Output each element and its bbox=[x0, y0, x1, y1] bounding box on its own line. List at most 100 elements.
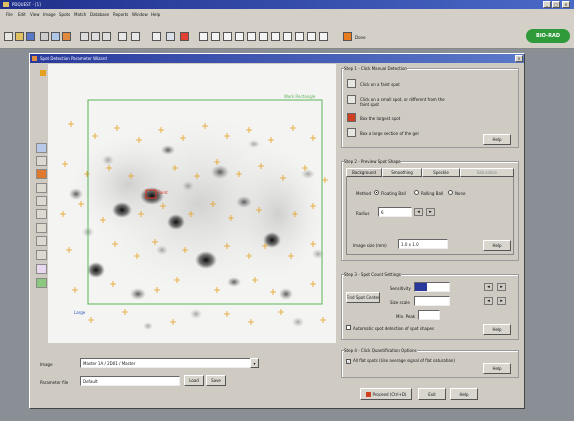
menu-match[interactable]: Match bbox=[74, 12, 86, 17]
radius-increase-button[interactable]: ▸ bbox=[426, 208, 435, 216]
sensitivity-decrease-button[interactable]: ◂ bbox=[484, 283, 493, 291]
wizard-title: Spot Detection Parameter Wizard bbox=[40, 56, 107, 61]
large-spot-icon[interactable] bbox=[347, 113, 356, 122]
method-label: Method bbox=[356, 191, 372, 196]
tool-box-icon[interactable] bbox=[36, 236, 47, 246]
minimize-button[interactable]: _ bbox=[543, 1, 551, 8]
menu-spots[interactable]: Spots bbox=[59, 12, 70, 17]
tab-saturation[interactable]: Saturation bbox=[460, 168, 514, 177]
toolbar-lane-3-icon[interactable] bbox=[223, 32, 232, 41]
proceed-button[interactable]: Proceed (Ctrl+D) bbox=[360, 388, 412, 400]
menu-reports[interactable]: Reports bbox=[113, 12, 128, 17]
step2-help-button[interactable]: Help bbox=[483, 240, 511, 251]
toolbar: Done BIO-RAD bbox=[0, 19, 574, 49]
image-size-label: Image size (mm) bbox=[353, 243, 387, 248]
toolbar-print-icon[interactable] bbox=[40, 32, 49, 41]
step3-checkbox[interactable] bbox=[346, 325, 351, 330]
toolbar-done-icon[interactable] bbox=[343, 32, 352, 41]
method-floating-radio[interactable] bbox=[374, 190, 379, 195]
tool-crop-icon[interactable] bbox=[36, 223, 47, 233]
tool-green-icon[interactable] bbox=[36, 278, 47, 288]
footer-help-button[interactable]: Help bbox=[450, 388, 478, 400]
step4-checkbox[interactable]: ✓ bbox=[346, 359, 351, 364]
sensitivity-increase-button[interactable]: ▸ bbox=[497, 283, 506, 291]
image-select-dropdown[interactable]: ▾ bbox=[250, 358, 259, 368]
tool-color-icon[interactable] bbox=[36, 264, 47, 274]
toolbar-lane-4-icon[interactable] bbox=[235, 32, 244, 41]
app-titlebar: PDQUEST - [1] _ □ × bbox=[0, 0, 574, 9]
toolbar-new-icon[interactable] bbox=[4, 32, 13, 41]
toolbar-lane-2-icon[interactable] bbox=[211, 32, 220, 41]
menu-image[interactable]: Image bbox=[43, 12, 56, 17]
save-button[interactable]: Save bbox=[206, 375, 226, 386]
step4-help-button[interactable]: Help bbox=[483, 363, 511, 374]
tool-zoom-icon[interactable] bbox=[36, 156, 47, 166]
toolbar-spot-icon[interactable] bbox=[62, 32, 71, 41]
toolbar-zoom-icon[interactable] bbox=[51, 32, 60, 41]
menu-bar: File Edit View Image Spots Match Databas… bbox=[0, 9, 574, 19]
exit-button[interactable]: Exit bbox=[418, 388, 446, 400]
toolbar-delete-icon[interactable] bbox=[180, 32, 189, 41]
image-select[interactable]: Master 1A / 2D01 / Master bbox=[80, 358, 252, 368]
tab-speckle[interactable]: Speckle bbox=[422, 168, 460, 177]
tab-smoothing[interactable]: Smoothing bbox=[382, 168, 422, 177]
method-none-radio[interactable] bbox=[448, 190, 453, 195]
step1-help-button[interactable]: Help bbox=[483, 134, 511, 145]
radius-input[interactable]: 6 bbox=[378, 207, 412, 217]
menu-database[interactable]: Database bbox=[90, 12, 109, 17]
toolbar-report-icon[interactable] bbox=[166, 32, 175, 41]
menu-file[interactable]: File bbox=[6, 12, 13, 17]
tool-select-icon[interactable] bbox=[36, 143, 47, 153]
size-scale-input[interactable] bbox=[414, 296, 450, 306]
toolbar-lane-6-icon[interactable] bbox=[259, 32, 268, 41]
tab-background[interactable]: Background bbox=[346, 168, 382, 177]
step1-region-label: Box a large section of the gel bbox=[360, 131, 419, 136]
region-icon[interactable] bbox=[347, 128, 356, 137]
close-button[interactable]: × bbox=[562, 1, 570, 8]
wizard-close-button[interactable]: × bbox=[515, 55, 523, 62]
large-spot-label: Large bbox=[74, 310, 86, 315]
find-spot-center-button[interactable]: Find Spot Center bbox=[346, 292, 380, 303]
toolbar-done-label[interactable]: Done bbox=[355, 35, 366, 40]
toolbar-lane-10-icon[interactable] bbox=[307, 32, 316, 41]
tool-pencil-icon[interactable] bbox=[36, 183, 47, 193]
size-scale-decrease-button[interactable]: ◂ bbox=[484, 297, 493, 305]
menu-help[interactable]: Help bbox=[151, 12, 160, 17]
menu-window[interactable]: Window bbox=[132, 12, 148, 17]
toolbar-crop-icon[interactable] bbox=[80, 32, 89, 41]
step3-help-button[interactable]: Help bbox=[483, 324, 511, 335]
param-file-label: Parameter file bbox=[40, 380, 69, 385]
faint-spot-icon[interactable] bbox=[347, 79, 356, 88]
toolbar-rotate-icon[interactable] bbox=[91, 32, 100, 41]
min-peak-input[interactable] bbox=[418, 310, 440, 320]
maximize-button[interactable]: □ bbox=[552, 1, 560, 8]
image-size-input[interactable]: 1.0 x 1.0 bbox=[398, 239, 448, 249]
tool-spot-icon[interactable] bbox=[36, 169, 47, 179]
toolbar-lane-8-icon[interactable] bbox=[283, 32, 292, 41]
toolbar-save-icon[interactable] bbox=[26, 32, 35, 41]
toolbar-lane-7-icon[interactable] bbox=[271, 32, 280, 41]
toolbar-grid-icon[interactable] bbox=[152, 32, 161, 41]
toolbar-open-icon[interactable] bbox=[15, 32, 24, 41]
load-button[interactable]: Load bbox=[184, 375, 204, 386]
param-file-input[interactable]: Default bbox=[80, 376, 180, 386]
menu-view[interactable]: View bbox=[30, 12, 40, 17]
small-spot-icon[interactable] bbox=[347, 95, 356, 104]
method-rolling-radio[interactable] bbox=[414, 190, 419, 195]
tool-measure-icon[interactable] bbox=[36, 209, 47, 219]
toolbar-flip-icon[interactable] bbox=[102, 32, 111, 41]
toolbar-filter-icon[interactable] bbox=[118, 32, 127, 41]
size-scale-increase-button[interactable]: ▸ bbox=[497, 297, 506, 305]
tool-grid-icon[interactable] bbox=[36, 250, 47, 260]
tool-eraser-icon[interactable] bbox=[36, 196, 47, 206]
toolbar-lane-5-icon[interactable] bbox=[247, 32, 256, 41]
radius-label: Radius bbox=[356, 211, 370, 216]
menu-edit[interactable]: Edit bbox=[18, 12, 26, 17]
toolbar-contrast-icon[interactable] bbox=[131, 32, 140, 41]
gel-image[interactable]: Work Rectangle Faint Large bbox=[48, 64, 336, 343]
size-scale-label: Size scale bbox=[390, 300, 410, 305]
toolbar-lane-1-icon[interactable] bbox=[199, 32, 208, 41]
toolbar-lane-9-icon[interactable] bbox=[295, 32, 304, 41]
radius-decrease-button[interactable]: ◂ bbox=[414, 208, 423, 216]
toolbar-lane-11-icon[interactable] bbox=[319, 32, 328, 41]
